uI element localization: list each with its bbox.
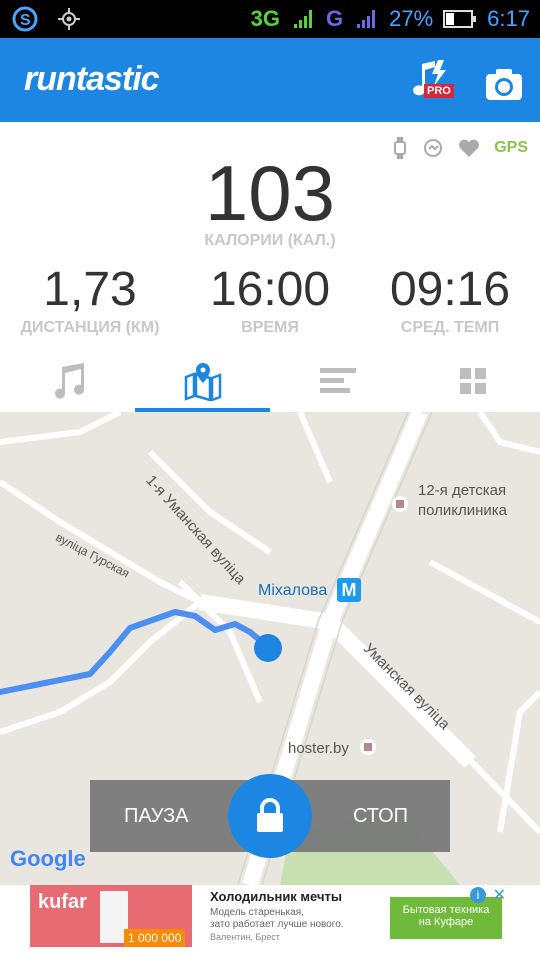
app-bar: runtastic PRO — [0, 38, 540, 122]
pace-value: 09:16 — [389, 263, 511, 316]
map-pin-icon — [184, 363, 221, 401]
metro-badge: M — [337, 578, 361, 602]
clock: 6:17 — [487, 6, 530, 31]
ad-title: Холодильник мечты — [210, 889, 342, 904]
tab-map[interactable] — [135, 350, 270, 412]
runtastic-logo: runtastic — [24, 60, 160, 98]
signal2-icon — [353, 6, 379, 32]
pause-button[interactable]: ПАУЗА — [124, 780, 189, 852]
ad-info-icon[interactable]: i — [470, 887, 486, 903]
time-label: ВРЕМЯ — [241, 319, 299, 336]
time-stat: 16:00 ВРЕМЯ — [180, 262, 360, 337]
distance-label: ДИСТАНЦИЯ (КМ) — [20, 319, 160, 336]
time-value: 16:00 — [209, 263, 331, 316]
ad-line-1: Модель старенькая, — [210, 907, 304, 918]
poi-label-clinic-1: 12-я детская — [418, 482, 507, 499]
tab-bar — [0, 350, 540, 412]
ad-cta-line-1: Бытовая техника — [402, 904, 490, 916]
lock-button[interactable] — [228, 774, 312, 858]
grid-icon — [459, 368, 486, 394]
pro-badge: PRO — [424, 84, 454, 98]
ad-cta-line-2: на Куфаре — [418, 916, 474, 928]
pace-label: СРЕД. ТЕМП — [400, 319, 500, 336]
music-note-icon — [54, 363, 84, 399]
tab-stats[interactable] — [270, 350, 405, 412]
camera-button[interactable] — [484, 66, 524, 102]
google-logo: Google — [10, 846, 86, 871]
bars-icon — [319, 368, 356, 393]
stop-button[interactable]: СТОП — [353, 780, 408, 852]
calories-label: КАЛОРИИ (КАЛ.) — [204, 232, 336, 249]
network-3g-label: 3G — [250, 6, 280, 31]
status-bar: S 3G G 27% 6:17 — [0, 0, 540, 38]
s-app-icon: S — [12, 6, 38, 32]
stats-panel: GPS 103 КАЛОРИИ (КАЛ.) 1,73 ДИСТАНЦИЯ (К… — [0, 122, 540, 350]
network-g-label: G — [326, 6, 344, 31]
ad-line-2: зато работает лучше нового. — [210, 919, 344, 930]
ad-cta-button[interactable]: Бытовая техника на Куфаре — [390, 897, 502, 939]
distance-value: 1,73 — [43, 263, 137, 316]
ad-price: 1 000 000 — [124, 929, 186, 947]
tab-grid[interactable] — [405, 350, 540, 412]
distance-stat: 1,73 ДИСТАНЦИЯ (КМ) — [0, 262, 180, 337]
gps-status-icon — [56, 6, 82, 32]
ad-line-3: Валентин, Брест — [210, 932, 280, 942]
calories-value: 103 — [204, 149, 336, 237]
svg-text:S: S — [20, 12, 31, 29]
tab-music[interactable] — [0, 350, 135, 412]
ad-brand-logo: kufar — [38, 891, 87, 913]
poi-label-hoster: hoster.by — [288, 740, 349, 757]
battery-icon — [443, 6, 477, 32]
poi-label-clinic-2: поликлиника — [418, 502, 508, 519]
ad-banner[interactable]: kufar 1 000 000 Холодильник мечты Модель… — [30, 885, 510, 947]
signal-icon — [290, 6, 316, 32]
ad-close-icon[interactable]: ✕ — [493, 885, 506, 905]
pro-music-button[interactable]: PRO — [410, 56, 456, 102]
ad-image: kufar 1 000 000 — [30, 885, 192, 947]
pace-stat: 09:16 СРЕД. ТЕМП — [360, 262, 540, 337]
lock-icon — [257, 798, 283, 832]
metro-label: Міхалова — [258, 582, 328, 599]
battery-percent: 27% — [389, 6, 434, 31]
camera-icon — [486, 69, 522, 100]
